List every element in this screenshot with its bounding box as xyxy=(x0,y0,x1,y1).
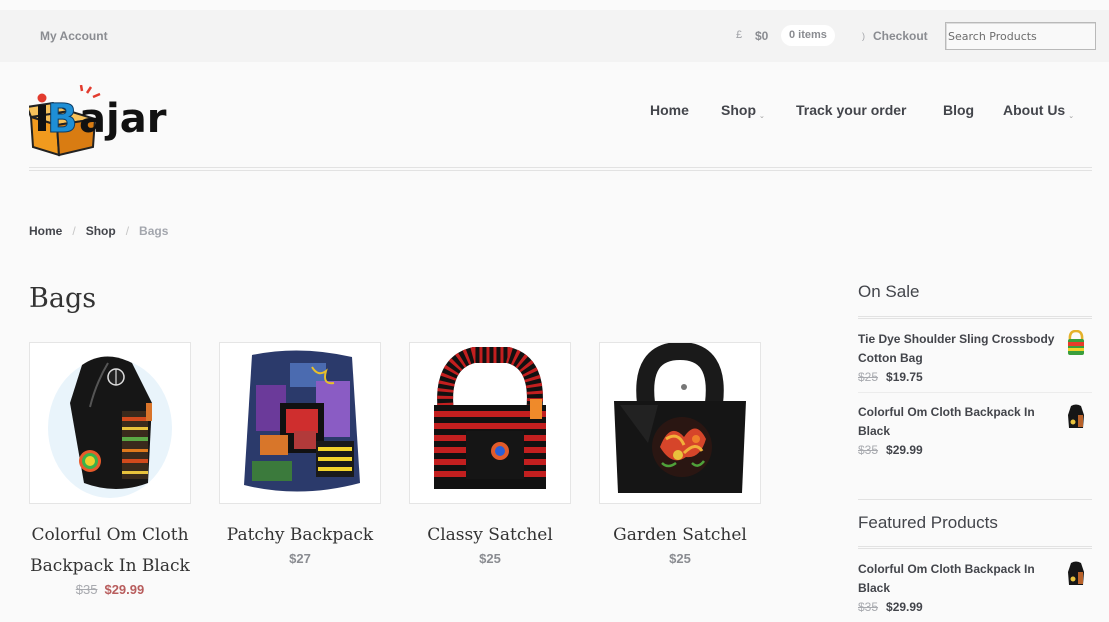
main-navigation: Home Shop ⌄ Track your order Blog About U… xyxy=(0,102,1109,122)
patchwork-backpack-icon xyxy=(220,343,380,503)
product-price: $35 $29.99 xyxy=(29,582,191,598)
black-backpack-icon xyxy=(1068,561,1084,585)
product-name[interactable]: Garden Satchel xyxy=(599,520,761,551)
product-price: $25 xyxy=(669,551,691,566)
sidebar-product-name[interactable]: Colorful Om Cloth Backpack In Black xyxy=(858,403,1058,441)
product-image-link[interactable] xyxy=(29,342,191,504)
chevron-down-icon: ⌄ xyxy=(1068,113,1075,120)
nav-item-label: Home xyxy=(650,102,689,118)
black-peace-backpack-icon xyxy=(30,343,190,503)
sidebar-product: Colorful Om Cloth Backpack In Black $35 $… xyxy=(858,403,1092,460)
my-account-link[interactable]: My Account xyxy=(40,29,108,43)
black-backpack-icon xyxy=(1068,404,1084,428)
product-image-link[interactable] xyxy=(599,342,761,504)
tie-dye-bag-icon xyxy=(1068,329,1084,355)
header-divider xyxy=(29,170,1092,171)
sale-price: $29.99 xyxy=(886,600,923,614)
nav-item-track-order[interactable]: Track your order xyxy=(796,102,907,118)
old-price: $35 xyxy=(75,582,98,597)
checkout-link[interactable]: Checkout xyxy=(873,29,928,43)
top-bar: My Account £ $0 0 items ) Checkout xyxy=(0,10,1109,62)
product-card: Patchy Backpack $27 xyxy=(219,342,381,567)
product-card: Colorful Om Cloth Backpack In Black $35 $… xyxy=(29,342,191,598)
product-card: Classy Satchel $25 xyxy=(409,342,571,567)
sidebar-product-thumb[interactable] xyxy=(1066,329,1086,356)
product-name[interactable]: Colorful Om Cloth Backpack In Black xyxy=(29,520,191,582)
product-name[interactable]: Patchy Backpack xyxy=(219,520,381,551)
product-card: Garden Satchel $25 xyxy=(599,342,761,567)
widget-title-divider xyxy=(858,546,1092,549)
sale-price: $19.75 xyxy=(886,370,923,384)
list-divider xyxy=(858,392,1092,393)
featured-products-title: Featured Products xyxy=(858,513,998,532)
chevron-down-icon: ⌄ xyxy=(759,113,765,120)
breadcrumb-separator: / xyxy=(72,224,76,238)
product-price: $25 xyxy=(479,551,501,566)
search-input[interactable] xyxy=(945,22,1096,50)
sidebar-product-thumb[interactable] xyxy=(1066,403,1086,429)
nav-item-blog[interactable]: Blog xyxy=(943,102,974,118)
breadcrumb-shop[interactable]: Shop xyxy=(86,224,116,238)
sidebar-product-price: $35 $29.99 xyxy=(858,441,1092,460)
old-price: $35 xyxy=(858,600,879,614)
nav-item-label: Track your order xyxy=(796,102,907,118)
cart-icon[interactable]: £ xyxy=(736,29,742,41)
breadcrumb-home[interactable]: Home xyxy=(29,224,62,238)
sale-price: $29.99 xyxy=(104,582,145,597)
widget-divider xyxy=(858,499,1092,500)
nav-item-home[interactable]: Home xyxy=(650,102,689,118)
cart-amount[interactable]: $0 xyxy=(755,29,768,43)
checkout-icon: ) xyxy=(862,31,865,41)
old-price: $25 xyxy=(858,370,879,384)
nav-item-shop[interactable]: Shop ⌄ xyxy=(721,102,765,120)
page-title: Bags xyxy=(29,283,97,314)
breadcrumb-current: Bags xyxy=(139,224,169,238)
cart-count-badge[interactable]: 0 items xyxy=(781,25,835,46)
widget-title-divider xyxy=(858,316,1092,319)
product-image-link[interactable] xyxy=(409,342,571,504)
old-price: $35 xyxy=(858,443,879,457)
product-name[interactable]: Classy Satchel xyxy=(409,520,571,551)
red-black-striped-satchel-icon xyxy=(410,343,570,503)
embroidered-black-satchel-icon xyxy=(600,343,760,503)
sale-price: $29.99 xyxy=(886,443,923,457)
header-divider xyxy=(29,167,1092,168)
sidebar-product-name[interactable]: Tie Dye Shoulder Sling Crossbody Cotton … xyxy=(858,330,1058,368)
nav-item-label: Blog xyxy=(943,102,975,118)
nav-item-label: About Us xyxy=(1003,102,1066,118)
product-price: $27 xyxy=(289,551,311,566)
sidebar-product-price: $25 $19.75 xyxy=(858,368,1092,387)
nav-item-label: Shop xyxy=(721,102,756,118)
breadcrumb: Home / Shop / Bags xyxy=(29,224,168,238)
product-image-link[interactable] xyxy=(219,342,381,504)
sidebar-product: Tie Dye Shoulder Sling Crossbody Cotton … xyxy=(858,329,1092,387)
sidebar-product-thumb[interactable] xyxy=(1066,560,1086,586)
nav-item-about-us[interactable]: About Us ⌄ xyxy=(1003,102,1074,120)
sidebar-product-price: $35 $29.99 xyxy=(858,598,1092,617)
sidebar-product: Colorful Om Cloth Backpack In Black $35 $… xyxy=(858,560,1092,617)
sidebar-product-name[interactable]: Colorful Om Cloth Backpack In Black xyxy=(858,560,1058,598)
breadcrumb-separator: / xyxy=(125,224,130,238)
on-sale-title: On Sale xyxy=(858,282,920,301)
